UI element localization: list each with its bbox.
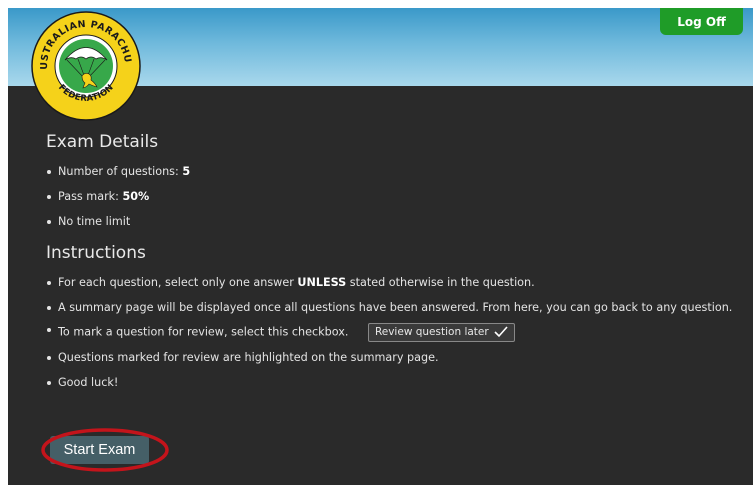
pass-value: 50% [122,190,150,203]
instructions-title: Instructions [46,243,146,263]
instruction-1-before: For each question, select only one answe… [58,276,298,289]
instructions-list: For each question, select only one answe… [46,276,751,390]
instruction-2: A summary page will be displayed once al… [58,301,733,314]
list-item: A summary page will be displayed once al… [46,301,751,315]
questions-label: Number of questions: [58,165,183,178]
list-item: Good luck! [46,376,751,390]
instruction-1-bold: UNLESS [297,276,347,289]
review-checkbox-label: Review question later [374,326,489,338]
time-limit-text: No time limit [58,215,131,228]
pass-label: Pass mark: [58,190,123,203]
instruction-1-after: stated otherwise in the question. [346,276,535,289]
checkmark-icon [494,326,508,338]
exam-page: Log Off AUSTRALIAN PARACHUTE FEDERATION … [8,8,753,485]
log-off-button[interactable]: Log Off [660,8,743,35]
list-item: Questions marked for review are highligh… [46,351,751,365]
instruction-5: Good luck! [58,376,119,389]
list-item: For each question, select only one answe… [46,276,751,290]
start-exam-area: Start Exam [40,427,170,473]
list-item: Pass mark: 50% [46,190,751,204]
instruction-4: Questions marked for review are highligh… [58,351,439,364]
exam-details-title: Exam Details [46,132,159,152]
apf-logo: AUSTRALIAN PARACHUTE FEDERATION [30,10,141,121]
main-content: Exam Details Number of questions: 5 Pass… [46,132,751,401]
list-item: To mark a question for review, select th… [46,323,751,342]
list-item: Number of questions: 5 [46,165,751,179]
highlight-ellipse [41,428,169,472]
instruction-3: To mark a question for review, select th… [58,325,349,339]
review-later-checkbox[interactable]: Review question later [367,323,515,342]
list-item: No time limit [46,215,751,229]
questions-value: 5 [182,165,191,178]
exam-details-list: Number of questions: 5 Pass mark: 50% No… [46,165,751,229]
